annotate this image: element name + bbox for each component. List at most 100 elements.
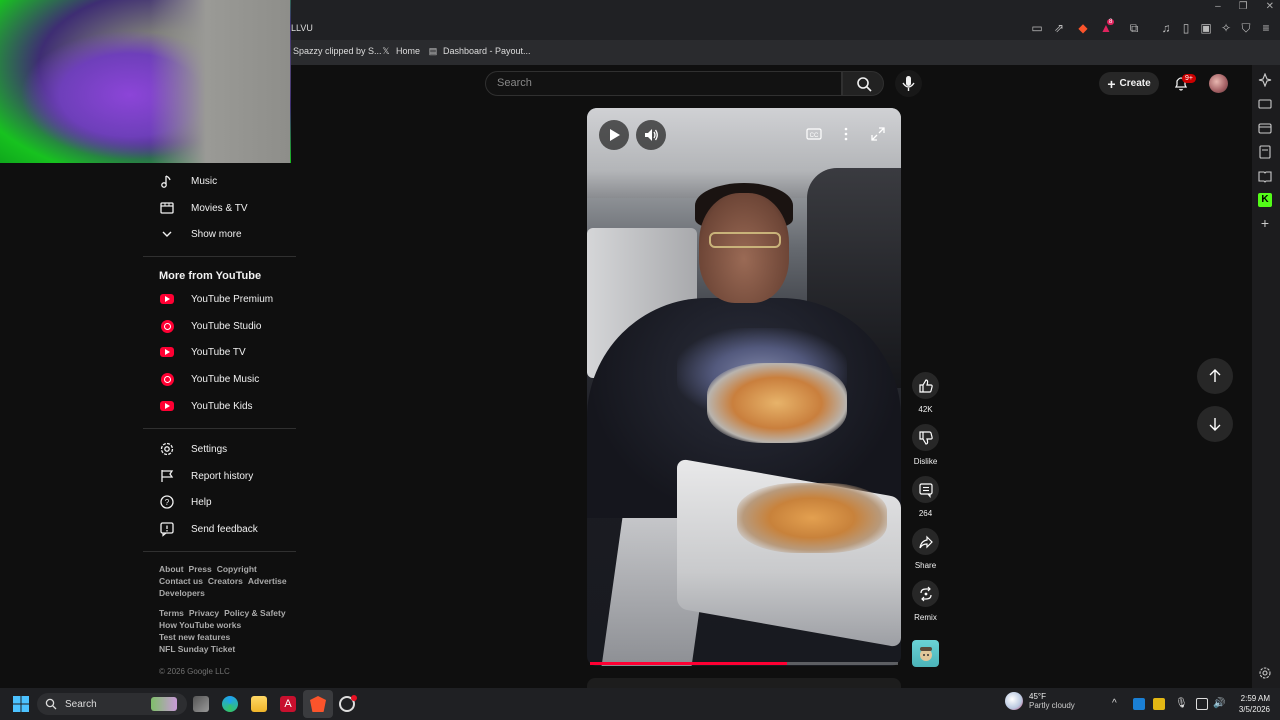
leo-sidebar-icon[interactable] — [1258, 73, 1272, 87]
sidebar-item-label: YouTube Kids — [191, 400, 253, 412]
footer-link-terms[interactable]: Terms — [159, 608, 184, 618]
share-icon — [918, 535, 933, 548]
bookmarks-sidebar-icon[interactable] — [1258, 145, 1272, 159]
remix-icon — [919, 586, 932, 601]
footer-link-press[interactable]: Press — [189, 564, 212, 574]
avatar[interactable] — [1209, 74, 1228, 93]
sidebar-toggle-icon[interactable]: ▯ — [1178, 20, 1194, 36]
sidebar-item-label: Send feedback — [191, 523, 258, 535]
search-button[interactable] — [842, 71, 884, 96]
search-highlight-icon — [151, 697, 177, 711]
leo-ai-icon[interactable]: ✧ — [1218, 20, 1234, 36]
page-icon: ▤ — [428, 46, 438, 56]
thumbs-up-icon — [918, 378, 933, 393]
sound-avatar-icon — [919, 646, 932, 661]
search-input[interactable] — [485, 71, 842, 96]
footer-link-contact[interactable]: Contact us — [159, 576, 203, 586]
menu-icon[interactable]: ≡ — [1258, 20, 1274, 36]
brave-shields-icon[interactable]: ◆ — [1075, 20, 1091, 36]
sidebar-settings-gear-icon[interactable] — [1258, 666, 1272, 680]
sidebar-item-send-feedback[interactable]: Send feedback — [159, 519, 258, 539]
footer-links-row: How YouTube works — [159, 620, 241, 630]
file-explorer-icon[interactable] — [251, 696, 267, 712]
wallet-icon[interactable]: ▣ — [1198, 20, 1214, 36]
sidebar-item-youtube-premium[interactable]: YouTube Premium — [159, 289, 273, 309]
fullscreen-button[interactable] — [866, 122, 890, 146]
reading-list-sidebar-icon[interactable] — [1258, 169, 1272, 183]
help-icon: ? — [159, 494, 175, 510]
footer-link-privacy[interactable]: Privacy — [189, 608, 219, 618]
remix-button[interactable] — [912, 580, 939, 607]
footer-link-advertise[interactable]: Advertise — [248, 576, 287, 586]
kick-sidebar-icon[interactable]: K — [1258, 193, 1272, 207]
comments-button[interactable] — [912, 476, 939, 503]
cast-icon[interactable]: ▭ — [1029, 20, 1045, 36]
sidebar-item-movies-tv[interactable]: Movies & TV — [159, 198, 248, 218]
bookmark-dashboard[interactable]: ▤ Dashboard - Payout... — [428, 46, 531, 56]
playlist-sidebar-icon[interactable] — [1258, 97, 1272, 111]
restore-icon[interactable]: ❐ — [1239, 0, 1248, 14]
sidebar-item-youtube-kids[interactable]: YouTube Kids — [159, 396, 253, 416]
voice-search-button[interactable] — [895, 70, 922, 97]
close-icon[interactable]: ✕ — [1266, 0, 1274, 14]
shorts-video-player[interactable] — [587, 108, 901, 666]
volume-button[interactable] — [636, 120, 666, 150]
edge-browser-icon[interactable] — [222, 696, 238, 712]
footer-link-copyright[interactable]: Copyright — [217, 564, 257, 574]
next-short-card[interactable] — [587, 678, 901, 688]
adobe-app-icon[interactable]: A — [280, 696, 296, 712]
like-button[interactable] — [912, 372, 939, 399]
network-icon[interactable] — [1196, 698, 1208, 710]
tray-overflow-icon[interactable]: ^ — [1112, 698, 1124, 710]
tray-norton-icon[interactable] — [1153, 698, 1165, 710]
footer-link-test-new-features[interactable]: Test new features — [159, 632, 230, 642]
sidebar-item-report-history[interactable]: Report history — [159, 466, 253, 486]
vpn-icon[interactable]: ⛉ — [1238, 20, 1254, 36]
sidebar-item-youtube-music[interactable]: YouTube Music — [159, 369, 259, 389]
remix-label: Remix — [914, 613, 937, 622]
share-button[interactable] — [912, 528, 939, 555]
add-sidebar-item-icon[interactable]: + — [1258, 216, 1272, 230]
screenshot-icon[interactable]: ⧉ — [1126, 20, 1142, 36]
previous-short-button[interactable] — [1197, 358, 1233, 394]
arrow-down-icon — [1209, 418, 1221, 431]
create-button[interactable]: + Create — [1099, 72, 1159, 95]
weather-widget[interactable]: 45°F Partly cloudy — [1005, 692, 1075, 710]
dislike-button[interactable] — [912, 424, 939, 451]
more-vertical-icon — [844, 127, 848, 141]
sidebar-item-youtube-studio[interactable]: YouTube Studio — [159, 316, 261, 336]
sidebar-item-label: Music — [191, 175, 218, 187]
taskbar-clock[interactable]: 2:59 AM 3/5/2026 — [1228, 693, 1270, 715]
footer-link-how-youtube-works[interactable]: How YouTube works — [159, 620, 241, 630]
windows-start-icon[interactable] — [13, 696, 29, 712]
captions-button[interactable]: CC — [802, 122, 826, 146]
share-page-icon[interactable]: ⇗ — [1051, 20, 1067, 36]
play-button[interactable] — [599, 120, 629, 150]
bookmark-home[interactable]: 𝕏 Home — [381, 46, 420, 56]
sidebar-item-youtube-tv[interactable]: YouTube TV — [159, 342, 246, 362]
footer-link-about[interactable]: About — [159, 564, 184, 574]
clock-time: 2:59 AM — [1240, 694, 1270, 703]
sidebar-item-help[interactable]: ? Help — [159, 492, 212, 512]
tab-title[interactable]: LLVU — [291, 23, 313, 33]
footer-link-policy-safety[interactable]: Policy & Safety — [224, 608, 285, 618]
bookmark-spazzy[interactable]: Spazzy clipped by S... — [293, 46, 382, 56]
media-icon[interactable]: ♫ — [1158, 20, 1174, 36]
wallet-sidebar-icon[interactable] — [1258, 121, 1272, 135]
taskbar-search[interactable]: Search — [37, 693, 187, 715]
more-options-button[interactable] — [834, 122, 858, 146]
next-short-button[interactable] — [1197, 406, 1233, 442]
microphone-tray-icon[interactable]: 🎙 — [1175, 698, 1188, 710]
task-view-icon[interactable] — [193, 696, 209, 712]
sidebar-item-settings[interactable]: Settings — [159, 439, 227, 459]
like-count: 42K — [918, 405, 933, 414]
footer-link-nfl-sunday-ticket[interactable]: NFL Sunday Ticket — [159, 644, 235, 654]
tray-app-icon[interactable] — [1133, 698, 1145, 710]
minimize-icon[interactable]: – — [1215, 0, 1221, 14]
sound-thumbnail[interactable] — [912, 640, 939, 667]
sidebar-item-show-more[interactable]: Show more — [159, 224, 242, 244]
footer-link-creators[interactable]: Creators — [208, 576, 243, 586]
sidebar-item-music[interactable]: Music — [159, 171, 217, 191]
footer-link-developers[interactable]: Developers — [159, 588, 205, 598]
speaker-icon[interactable]: 🔊 — [1213, 698, 1225, 710]
